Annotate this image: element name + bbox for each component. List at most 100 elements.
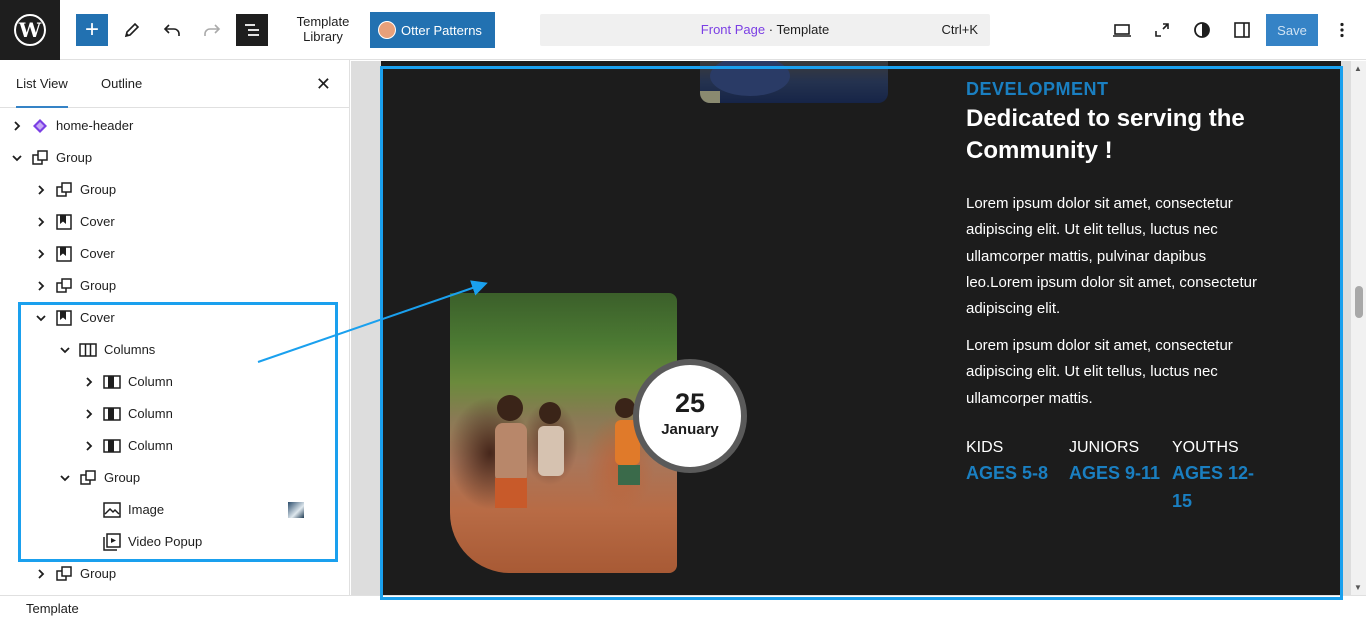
column-icon [103, 407, 121, 421]
tree-item-cover[interactable]: Cover [0, 302, 349, 334]
chevron-down-icon[interactable] [58, 471, 72, 485]
section-headline[interactable]: Dedicated to serving the Community ! [966, 103, 1256, 167]
tab-outline[interactable]: Outline [101, 60, 142, 108]
tree-item-group[interactable]: Group [0, 174, 349, 206]
tree-item-column[interactable]: Column [0, 430, 349, 462]
group-icon [80, 470, 96, 485]
age-group-youths[interactable]: YOUTHS AGES 12-15 [1172, 439, 1267, 515]
settings-sidebar-button[interactable] [1226, 14, 1258, 46]
canvas-scrollbar[interactable]: ▲ ▼ [1351, 61, 1366, 595]
otter-avatar-icon [378, 21, 396, 39]
tree-item-label: Column [128, 406, 173, 421]
age-group-label: YOUTHS [1172, 439, 1239, 456]
contrast-icon [1194, 22, 1210, 38]
section-eyebrow[interactable]: DEVELOPMENT [966, 79, 1109, 100]
document-overview-button[interactable] [236, 14, 268, 46]
block-breadcrumb-bar: Template [0, 595, 1366, 620]
desktop-icon [1113, 24, 1131, 37]
image-icon [103, 502, 121, 518]
chevron-right-icon[interactable] [34, 567, 48, 581]
editor-canvas: 25 January DEVELOPMENT Dedicated to serv… [351, 61, 1351, 595]
tree-item-group[interactable]: Group [0, 558, 349, 590]
breadcrumb-template[interactable]: Template [26, 601, 79, 616]
command-center[interactable]: Front Page · Template Ctrl+K [540, 14, 990, 46]
chevron-right-icon[interactable] [34, 215, 48, 229]
column-icon [103, 375, 121, 389]
chevron-right-icon[interactable] [34, 279, 48, 293]
close-icon: ✕ [315, 74, 331, 94]
video-popup-icon [103, 533, 121, 551]
date-day: 25 [674, 388, 706, 418]
tree-item-label: Cover [80, 214, 115, 229]
group-icon [56, 278, 72, 293]
undo-button[interactable] [156, 14, 188, 46]
wordpress-logo-button[interactable]: W [0, 0, 60, 60]
tree-item-home-header[interactable]: home-header [0, 110, 349, 142]
options-menu-button[interactable] [1326, 14, 1358, 46]
chevron-right-icon[interactable] [82, 375, 96, 389]
tree-item-video-popup[interactable]: Video Popup [0, 526, 349, 558]
tree-item-image[interactable]: Image [0, 494, 349, 526]
section-paragraph-1[interactable]: Lorem ipsum dolor sit amet, consectetur … [966, 191, 1266, 322]
chevron-right-icon[interactable] [10, 119, 24, 133]
age-group-value: AGES 9-11 [1069, 463, 1161, 483]
chevron-right-icon[interactable] [82, 439, 96, 453]
preview-device-button[interactable] [1106, 14, 1138, 46]
tree-item-group[interactable]: Group [0, 142, 349, 174]
top-photo-image[interactable] [700, 61, 888, 103]
chevron-down-icon[interactable] [10, 151, 24, 165]
tree-item-label: Group [104, 470, 141, 485]
command-center-page: Front Page [700, 22, 766, 37]
add-block-button[interactable]: + [76, 14, 108, 46]
age-group-value: AGES 12-15 [1172, 463, 1255, 511]
tree-item-columns[interactable]: Columns [0, 334, 349, 366]
template-library-label: Template Library [296, 14, 350, 44]
tree-item-cover[interactable]: Cover [0, 206, 349, 238]
tab-list-view-label: List View [16, 76, 68, 91]
close-sidebar-button[interactable]: ✕ [316, 74, 331, 95]
chevron-down-icon[interactable] [58, 343, 72, 357]
template-library-button[interactable]: Template Library [290, 14, 356, 44]
tree-item-label: Columns [104, 342, 156, 357]
age-group-kids[interactable]: KIDS AGES 5-8 [966, 439, 1061, 487]
chevron-right-icon[interactable] [34, 247, 48, 261]
columns-icon [79, 343, 97, 357]
age-group-juniors[interactable]: JUNIORS AGES 9-11 [1069, 439, 1164, 487]
save-button[interactable]: Save [1266, 14, 1318, 46]
tree-item-group[interactable]: Group [0, 270, 349, 302]
cover-icon [56, 310, 72, 326]
scroll-up-icon[interactable]: ▲ [1354, 64, 1362, 73]
age-group-value: AGES 5-8 [966, 463, 1049, 483]
chevron-right-icon[interactable] [82, 407, 96, 421]
chevron-right-icon[interactable] [34, 183, 48, 197]
template-part-icon [33, 119, 47, 133]
tools-button[interactable] [116, 14, 148, 46]
age-group-label: KIDS [966, 439, 1004, 456]
tree-item-cover[interactable]: Cover [0, 238, 349, 270]
tree-item-column[interactable]: Column [0, 366, 349, 398]
otter-patterns-button[interactable]: Otter Patterns [370, 12, 495, 48]
group-icon [56, 182, 72, 197]
tree-item-label: Image [128, 502, 165, 517]
sidebar-icon [1234, 22, 1250, 38]
sidebar-tabs: List View Outline ✕ [0, 60, 349, 108]
section-paragraph-2[interactable]: Lorem ipsum dolor sit amet, consectetur … [966, 333, 1266, 412]
scrollbar-thumb[interactable] [1355, 286, 1363, 318]
list-view-icon [245, 24, 259, 36]
redo-button[interactable] [196, 14, 228, 46]
tree-item-label: Group [80, 566, 117, 581]
cover-icon [56, 246, 72, 262]
editor-top-bar: W + Template Library Otter Patterns Fron… [0, 0, 1366, 60]
styles-button[interactable] [1186, 14, 1218, 46]
chevron-down-icon[interactable] [34, 311, 48, 325]
pencil-icon [124, 22, 140, 38]
tab-list-view[interactable]: List View [16, 60, 68, 108]
cover-block[interactable]: 25 January DEVELOPMENT Dedicated to serv… [381, 61, 1341, 595]
tree-item-column[interactable]: Column [0, 398, 349, 430]
tree-item-label: Cover [80, 246, 115, 261]
view-fullscreen-button[interactable] [1146, 14, 1178, 46]
scroll-down-icon[interactable]: ▼ [1354, 583, 1362, 592]
otter-patterns-label: Otter Patterns [401, 22, 482, 38]
wordpress-icon: W [14, 14, 46, 46]
tree-item-group[interactable]: Group [0, 462, 349, 494]
